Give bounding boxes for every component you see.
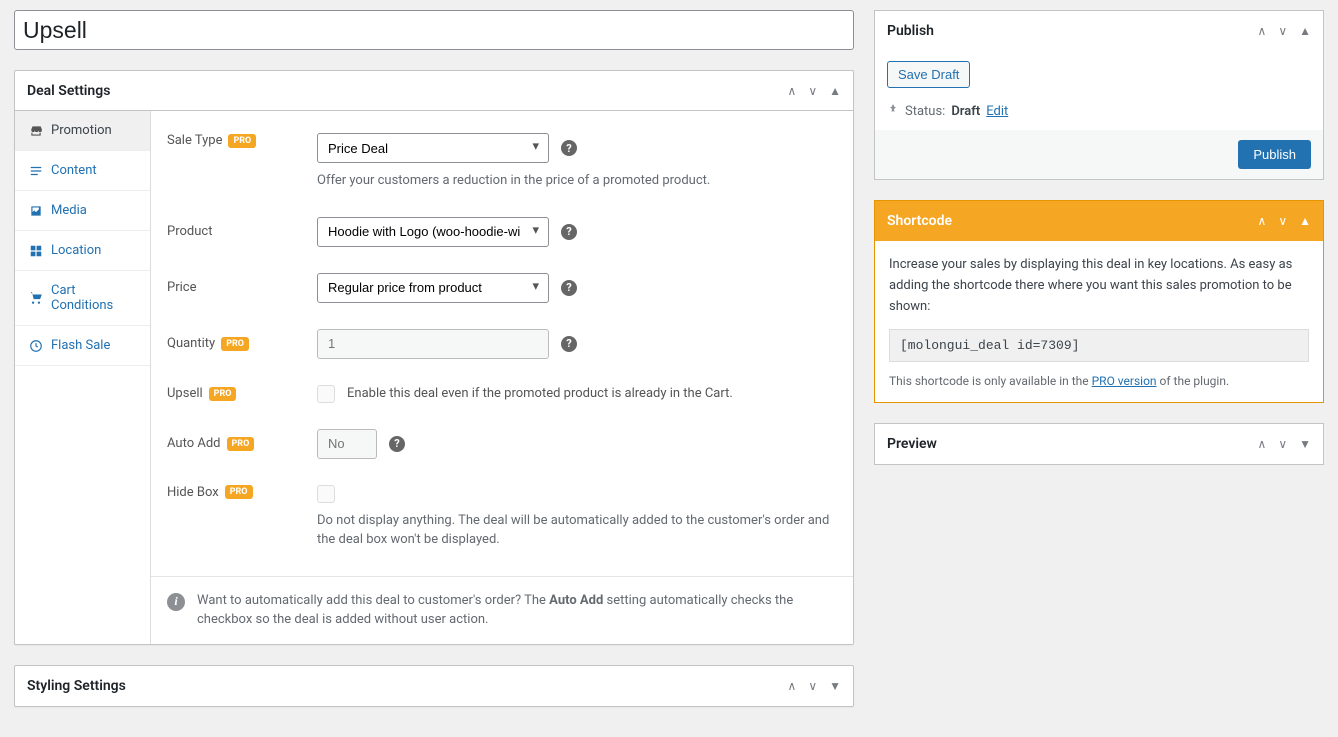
pin-icon	[887, 102, 899, 120]
tab-flash-sale[interactable]: Flash Sale	[15, 326, 150, 366]
info-icon: i	[167, 593, 185, 611]
shortcode-note: This shortcode is only available in the …	[889, 374, 1309, 388]
promotion-panel: Sale Type PRO Price Deal ? Offer your cu…	[151, 111, 853, 644]
settings-tabs: Promotion Content Media	[15, 111, 151, 644]
clock-icon	[29, 339, 43, 353]
product-select[interactable]: Hoodie with Logo (woo-hoodie-wit...	[317, 217, 549, 247]
pro-badge: PRO	[221, 337, 249, 351]
post-title-input[interactable]	[23, 14, 845, 46]
status-value: Draft	[951, 104, 980, 119]
cart-icon	[29, 291, 43, 305]
publish-title: Publish	[887, 23, 1258, 39]
price-label: Price	[167, 280, 196, 295]
publish-box: Publish ∧ ∨ ▲ Save Draft Status: Draft E…	[874, 10, 1324, 180]
sale-type-label: Sale Type	[167, 133, 222, 148]
tab-cart-conditions[interactable]: Cart Conditions	[15, 271, 150, 326]
tab-label: Flash Sale	[51, 338, 110, 353]
tab-content[interactable]: Content	[15, 151, 150, 191]
store-icon	[29, 124, 43, 138]
grid-icon	[29, 244, 43, 258]
quantity-input[interactable]	[317, 329, 549, 359]
toggle-icon[interactable]: ▼	[1299, 437, 1311, 451]
autoadd-input[interactable]	[317, 429, 377, 459]
deal-settings-box: Deal Settings ∧ ∨ ▲ Promotion	[14, 70, 854, 645]
pro-version-link[interactable]: PRO version	[1092, 374, 1157, 388]
tab-label: Media	[51, 203, 87, 218]
preview-header: Preview ∧ ∨ ▼	[875, 424, 1323, 464]
status-label: Status:	[905, 104, 945, 119]
shortcode-code[interactable]: [molongui_deal id=7309]	[889, 329, 1309, 362]
toggle-icon[interactable]: ▲	[1299, 24, 1311, 38]
toggle-icon[interactable]: ▼	[829, 679, 841, 693]
move-up-icon[interactable]: ∧	[788, 84, 797, 98]
tab-label: Content	[51, 163, 97, 178]
upsell-checkbox[interactable]	[317, 385, 335, 403]
product-label: Product	[167, 224, 212, 239]
publish-header: Publish ∧ ∨ ▲	[875, 11, 1323, 51]
shortcode-box: Shortcode ∧ ∨ ▲ Increase your sales by d…	[874, 200, 1324, 403]
deal-settings-title: Deal Settings	[27, 83, 788, 99]
upsell-label: Upsell	[167, 386, 203, 401]
autoadd-label: Auto Add	[167, 436, 221, 451]
move-down-icon[interactable]: ∨	[1278, 214, 1287, 228]
move-up-icon[interactable]: ∧	[788, 679, 797, 693]
price-select[interactable]: Regular price from product	[317, 273, 549, 303]
help-icon[interactable]: ?	[561, 224, 577, 240]
styling-settings-title: Styling Settings	[27, 678, 788, 694]
move-down-icon[interactable]: ∨	[1278, 437, 1287, 451]
move-up-icon[interactable]: ∧	[1258, 214, 1267, 228]
tab-label: Cart Conditions	[51, 283, 136, 313]
pro-badge: PRO	[228, 134, 256, 148]
upsell-desc: Enable this deal even if the promoted pr…	[347, 386, 733, 401]
pro-badge: PRO	[225, 485, 253, 499]
media-icon	[29, 204, 43, 218]
tab-media[interactable]: Media	[15, 191, 150, 231]
styling-settings-header: Styling Settings ∧ ∨ ▼	[15, 666, 853, 706]
help-icon[interactable]: ?	[561, 140, 577, 156]
move-down-icon[interactable]: ∨	[808, 84, 817, 98]
tab-promotion[interactable]: Promotion	[15, 111, 150, 151]
info-text: Want to automatically add this deal to c…	[197, 591, 837, 630]
hidebox-label: Hide Box	[167, 485, 219, 500]
shortcode-title: Shortcode	[887, 213, 1258, 229]
help-icon[interactable]: ?	[561, 336, 577, 352]
tab-location[interactable]: Location	[15, 231, 150, 271]
pro-badge: PRO	[227, 437, 255, 451]
help-icon[interactable]: ?	[561, 280, 577, 296]
sale-type-select[interactable]: Price Deal	[317, 133, 549, 163]
shortcode-header: Shortcode ∧ ∨ ▲	[875, 201, 1323, 241]
move-up-icon[interactable]: ∧	[1258, 24, 1267, 38]
title-input-wrapper	[14, 10, 854, 50]
deal-settings-header: Deal Settings ∧ ∨ ▲	[15, 71, 853, 111]
lines-icon	[29, 164, 43, 178]
tab-label: Promotion	[51, 123, 112, 138]
hidebox-desc: Do not display anything. The deal will b…	[317, 511, 837, 550]
move-up-icon[interactable]: ∧	[1258, 437, 1267, 451]
preview-box: Preview ∧ ∨ ▼	[874, 423, 1324, 465]
toggle-icon[interactable]: ▲	[1299, 214, 1311, 228]
hidebox-checkbox[interactable]	[317, 485, 335, 503]
quantity-label: Quantity	[167, 336, 215, 351]
preview-title: Preview	[887, 436, 1258, 452]
edit-status-link[interactable]: Edit	[986, 104, 1008, 119]
save-draft-button[interactable]: Save Draft	[887, 61, 970, 88]
move-down-icon[interactable]: ∨	[808, 679, 817, 693]
pro-badge: PRO	[209, 387, 237, 401]
move-down-icon[interactable]: ∨	[1278, 24, 1287, 38]
publish-button[interactable]: Publish	[1238, 140, 1311, 169]
sale-type-desc: Offer your customers a reduction in the …	[317, 171, 837, 191]
toggle-icon[interactable]: ▲	[829, 84, 841, 98]
styling-settings-box: Styling Settings ∧ ∨ ▼	[14, 665, 854, 707]
help-icon[interactable]: ?	[389, 436, 405, 452]
tab-label: Location	[51, 243, 101, 258]
shortcode-desc: Increase your sales by displaying this d…	[889, 255, 1309, 317]
